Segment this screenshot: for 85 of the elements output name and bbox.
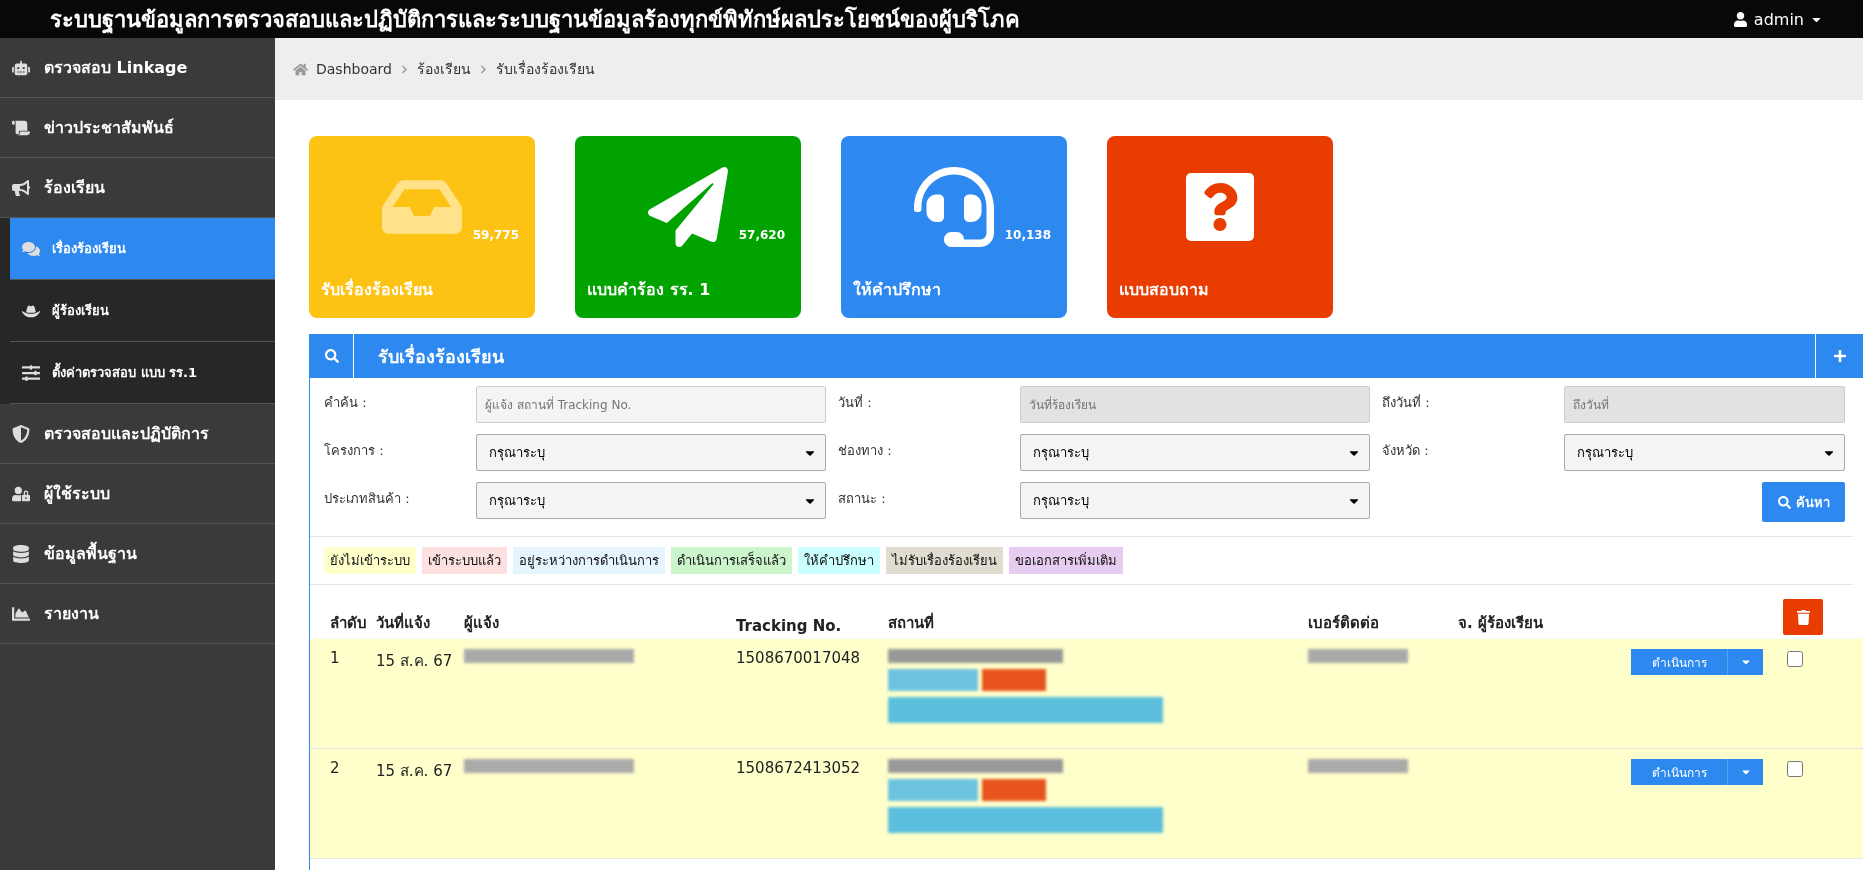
column-header: Tracking No.	[736, 617, 843, 635]
table-cell-text: 1508672413052	[736, 759, 862, 779]
app-title: ระบบฐานข้อมูลการตรวจสอบและปฏิบัติการและระบบฐานข้อมูลร้องทุกข์พิทักษ์ผลประโยชน์ของผู้บริโภค	[50, 5, 1020, 36]
paper-plane-icon	[648, 166, 728, 247]
sidebar-subitem[interactable]: ผู้ร้องเรียน	[10, 280, 275, 342]
delete-button[interactable]	[1783, 599, 1823, 635]
select-field[interactable]: กรุณาระบุ	[476, 482, 826, 519]
action-button[interactable]: ดำเนินการ	[1631, 649, 1727, 675]
chat-bubbles-icon	[22, 239, 40, 258]
sidebar-item[interactable]: ตรวจสอบและปฏิบัติการ	[0, 404, 275, 464]
card-label: แบบสอบถาม	[1119, 279, 1210, 301]
status-legend-tag: ให้คำปรึกษา	[798, 547, 880, 574]
user-icon	[1732, 11, 1748, 27]
status-legend-tag: ขอเอกสารเพิ่มเติม	[1009, 547, 1123, 574]
column-header: วันที่แจ้ง	[376, 611, 431, 634]
chevron-icon	[399, 64, 409, 74]
filter-label: ประเภทสินค้า :	[324, 490, 411, 508]
filter-label: จังหวัด :	[1382, 442, 1430, 460]
date-field[interactable]: ถึงวันที่	[1564, 386, 1845, 423]
status-legend-tag: ไม่รับเรื่องร้องเรียน	[886, 547, 1003, 574]
sidebar-item[interactable]: ผู้ใช้ระบบ	[0, 464, 275, 524]
card-count: 59,775	[472, 228, 519, 242]
trash-icon	[1795, 609, 1811, 625]
chevron-icon	[478, 64, 488, 74]
row-checkbox[interactable]	[1787, 761, 1803, 777]
column-header: ผู้แจ้ง	[464, 613, 500, 635]
sidebar-subitem[interactable]: เรื่องร้องเรียน	[10, 218, 275, 280]
search-icon	[1777, 495, 1791, 509]
redacted-tag	[982, 669, 1046, 691]
plus-icon	[1832, 349, 1847, 363]
action-button[interactable]: ดำเนินการ	[1631, 759, 1727, 785]
status-legend-tag: ดำเนินการเสร็จแล้ว	[671, 547, 792, 574]
table-cell-text: 1	[330, 649, 341, 669]
breadcrumb-link[interactable]: Dashboard	[316, 61, 392, 77]
column-header: ลำดับ	[330, 613, 368, 634]
stat-card[interactable]: 10,138 ให้คำปรึกษา	[841, 136, 1067, 318]
filter-label: วันที่ :	[838, 393, 873, 412]
sidebar-item[interactable]: ข้อมูลพื้นฐาน	[0, 524, 275, 584]
column-header: เบอร์ติดต่อ	[1308, 613, 1380, 634]
home-icon	[293, 61, 308, 77]
sliders-icon	[22, 363, 40, 382]
question-icon	[1186, 172, 1254, 241]
panel-title: รับเรื่องร้องเรียน	[377, 343, 505, 369]
table-cell-text: 15 ส.ค. 67	[376, 761, 454, 782]
card-label: แบบคำร้อง รร. 1	[587, 279, 712, 301]
select-field[interactable]: กรุณาระบุ	[1020, 434, 1370, 471]
scroll-icon	[12, 118, 30, 137]
sidebar-subitem[interactable]: ตั้งค่าตรวจสอบ แบบ รร.1	[10, 342, 275, 404]
area-chart-icon	[12, 604, 30, 623]
table-cell-text: 1508670017048	[736, 649, 862, 669]
select-field[interactable]: กรุณาระบุ	[476, 434, 826, 471]
status-legend-tag: อยู่ระหว่างการดำเนินการ	[513, 547, 665, 574]
table-cell-text: 15 ส.ค. 67	[376, 651, 454, 672]
filter-label: สถานะ :	[838, 490, 887, 508]
database-icon	[12, 544, 30, 563]
status-legend-tag: เข้าระบบแล้ว	[422, 547, 507, 574]
select-field[interactable]: กรุณาระบุ	[1564, 434, 1845, 471]
status-legend-tag: ยังไม่เข้าระบบ	[324, 547, 416, 574]
column-header: จ. ผู้ร้องเรียน	[1458, 613, 1544, 635]
table-cell-text: 2	[330, 759, 341, 779]
breadcrumb-link[interactable]: ร้องเรียน	[416, 58, 471, 80]
search-field[interactable]: ผู้แจ้ง สถานที่ Tracking No.	[476, 386, 826, 423]
megaphone-icon	[12, 178, 30, 197]
card-count: 10,138	[1004, 228, 1051, 242]
breadcrumb-link[interactable]: รับเรื่องร้องเรียน	[495, 58, 595, 80]
card-label: รับเรื่องร้องเรียน	[321, 277, 434, 301]
user-menu[interactable]: admin	[1732, 9, 1823, 29]
filter-label: ช่องทาง :	[838, 442, 893, 460]
column-header: สถานที่	[888, 611, 935, 634]
date-field[interactable]: วันที่ร้องเรียน	[1020, 386, 1370, 423]
headset-icon	[914, 166, 994, 247]
sidebar-item[interactable]: รายงาน	[0, 584, 275, 644]
row-checkbox[interactable]	[1787, 651, 1803, 667]
filter-label: โครงการ :	[324, 442, 385, 460]
stat-card[interactable]: แบบสอบถาม	[1107, 136, 1333, 318]
redacted-tag	[982, 779, 1046, 801]
select-field[interactable]: กรุณาระบุ	[1020, 482, 1370, 519]
filter-label: คำค้น :	[324, 394, 368, 412]
user-lock-icon	[12, 484, 30, 503]
robot-icon	[12, 58, 30, 77]
card-count: 57,620	[738, 228, 785, 242]
search-button[interactable]: ค้นหา	[1762, 482, 1845, 522]
sidebar-item[interactable]: ข่าวประชาสัมพันธ์	[0, 98, 275, 158]
card-label: ให้คำปรึกษา	[853, 279, 942, 301]
filter-label: ถึงวันที่ :	[1382, 393, 1431, 412]
